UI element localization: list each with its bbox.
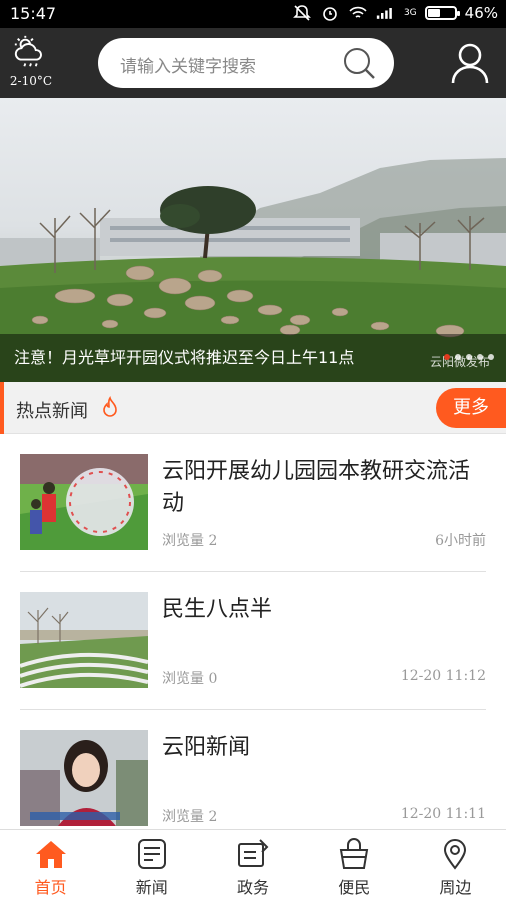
news-thumbnail bbox=[20, 730, 148, 826]
weather-cloud-snow-icon bbox=[14, 35, 42, 67]
nav-convenience[interactable]: 便民 bbox=[304, 830, 405, 900]
news-views: 浏览量 2 bbox=[162, 533, 218, 549]
alarm-icon bbox=[323, 7, 337, 21]
government-icon bbox=[238, 839, 269, 867]
hot-news-header: 热点新闻 更多 bbox=[0, 382, 506, 434]
weather-temperature: 2-10°C bbox=[9, 74, 53, 88]
home-icon bbox=[35, 841, 66, 868]
carousel-dot[interactable] bbox=[455, 354, 461, 360]
news-views: 浏览量 2 bbox=[162, 809, 218, 825]
news-time: 12-20 11:12 bbox=[400, 668, 486, 684]
bottom-navigation: 首页 新闻 政务 便民 周边 bbox=[0, 829, 506, 900]
nav-label: 政务 bbox=[237, 878, 270, 897]
status-time: 15:47 bbox=[10, 4, 57, 23]
news-list-item[interactable]: 民生八点半 浏览量 0 12-20 11:12 bbox=[20, 572, 486, 710]
app-header: 2-10°C 请输入关键字搜索 bbox=[0, 28, 506, 98]
section-title: 热点新闻 bbox=[16, 401, 88, 422]
wifi-icon bbox=[349, 6, 367, 18]
nav-government[interactable]: 政务 bbox=[202, 830, 303, 900]
more-button[interactable]: 更多 bbox=[436, 388, 506, 428]
battery-percent: 46% bbox=[464, 4, 498, 22]
news-title[interactable]: 云阳新闻 bbox=[162, 732, 486, 764]
news-thumbnail bbox=[20, 592, 148, 688]
news-title[interactable]: 民生八点半 bbox=[162, 594, 486, 626]
nav-label: 周边 bbox=[439, 878, 472, 897]
nav-news[interactable]: 新闻 bbox=[101, 830, 202, 900]
news-thumbnail bbox=[20, 454, 148, 550]
user-profile-icon[interactable] bbox=[450, 42, 490, 84]
search-bar[interactable]: 请输入关键字搜索 bbox=[98, 38, 394, 88]
news-views: 浏览量 0 bbox=[162, 671, 218, 687]
carousel-dot[interactable] bbox=[477, 354, 483, 360]
banner-carousel[interactable]: 注意！月光草坪开园仪式将推迟至今日上午11点 云阳微发布 bbox=[0, 98, 506, 382]
status-bar: 15:47 3G 46% bbox=[0, 0, 506, 28]
news-icon bbox=[137, 839, 166, 869]
nav-label: 首页 bbox=[34, 878, 67, 897]
flame-icon bbox=[103, 396, 117, 417]
weather-widget[interactable]: 2-10°C bbox=[6, 34, 56, 88]
news-list-item[interactable]: 云阳开展幼儿园园本教研交流活动 浏览量 2 6小时前 bbox=[20, 434, 486, 572]
search-placeholder: 请输入关键字搜索 bbox=[120, 57, 256, 77]
news-time: 6小时前 bbox=[435, 533, 486, 549]
signal-icon bbox=[376, 8, 392, 19]
nav-label: 新闻 bbox=[135, 878, 168, 897]
news-time: 12-20 11:11 bbox=[400, 806, 486, 822]
news-title[interactable]: 云阳开展幼儿园园本教研交流活动 bbox=[162, 456, 486, 520]
carousel-indicator bbox=[444, 354, 494, 360]
carousel-dot[interactable] bbox=[466, 354, 472, 360]
carousel-dot[interactable] bbox=[444, 354, 450, 360]
banner-caption[interactable]: 注意！月光草坪开园仪式将推迟至今日上午11点 bbox=[14, 344, 354, 368]
carousel-dot[interactable] bbox=[488, 354, 494, 360]
status-icons: 3G 46% bbox=[292, 3, 498, 23]
convenience-icon bbox=[340, 838, 369, 869]
battery-icon bbox=[424, 6, 460, 20]
news-list-item[interactable]: 云阳新闻 浏览量 2 12-20 11:11 bbox=[20, 710, 486, 848]
search-icon[interactable] bbox=[342, 46, 376, 80]
network-type: 3G bbox=[403, 7, 417, 18]
nav-nearby[interactable]: 周边 bbox=[405, 830, 506, 900]
location-pin-icon bbox=[444, 839, 467, 870]
nav-home[interactable]: 首页 bbox=[0, 830, 101, 900]
nav-label: 便民 bbox=[338, 878, 371, 897]
mute-bell-icon bbox=[293, 5, 311, 21]
